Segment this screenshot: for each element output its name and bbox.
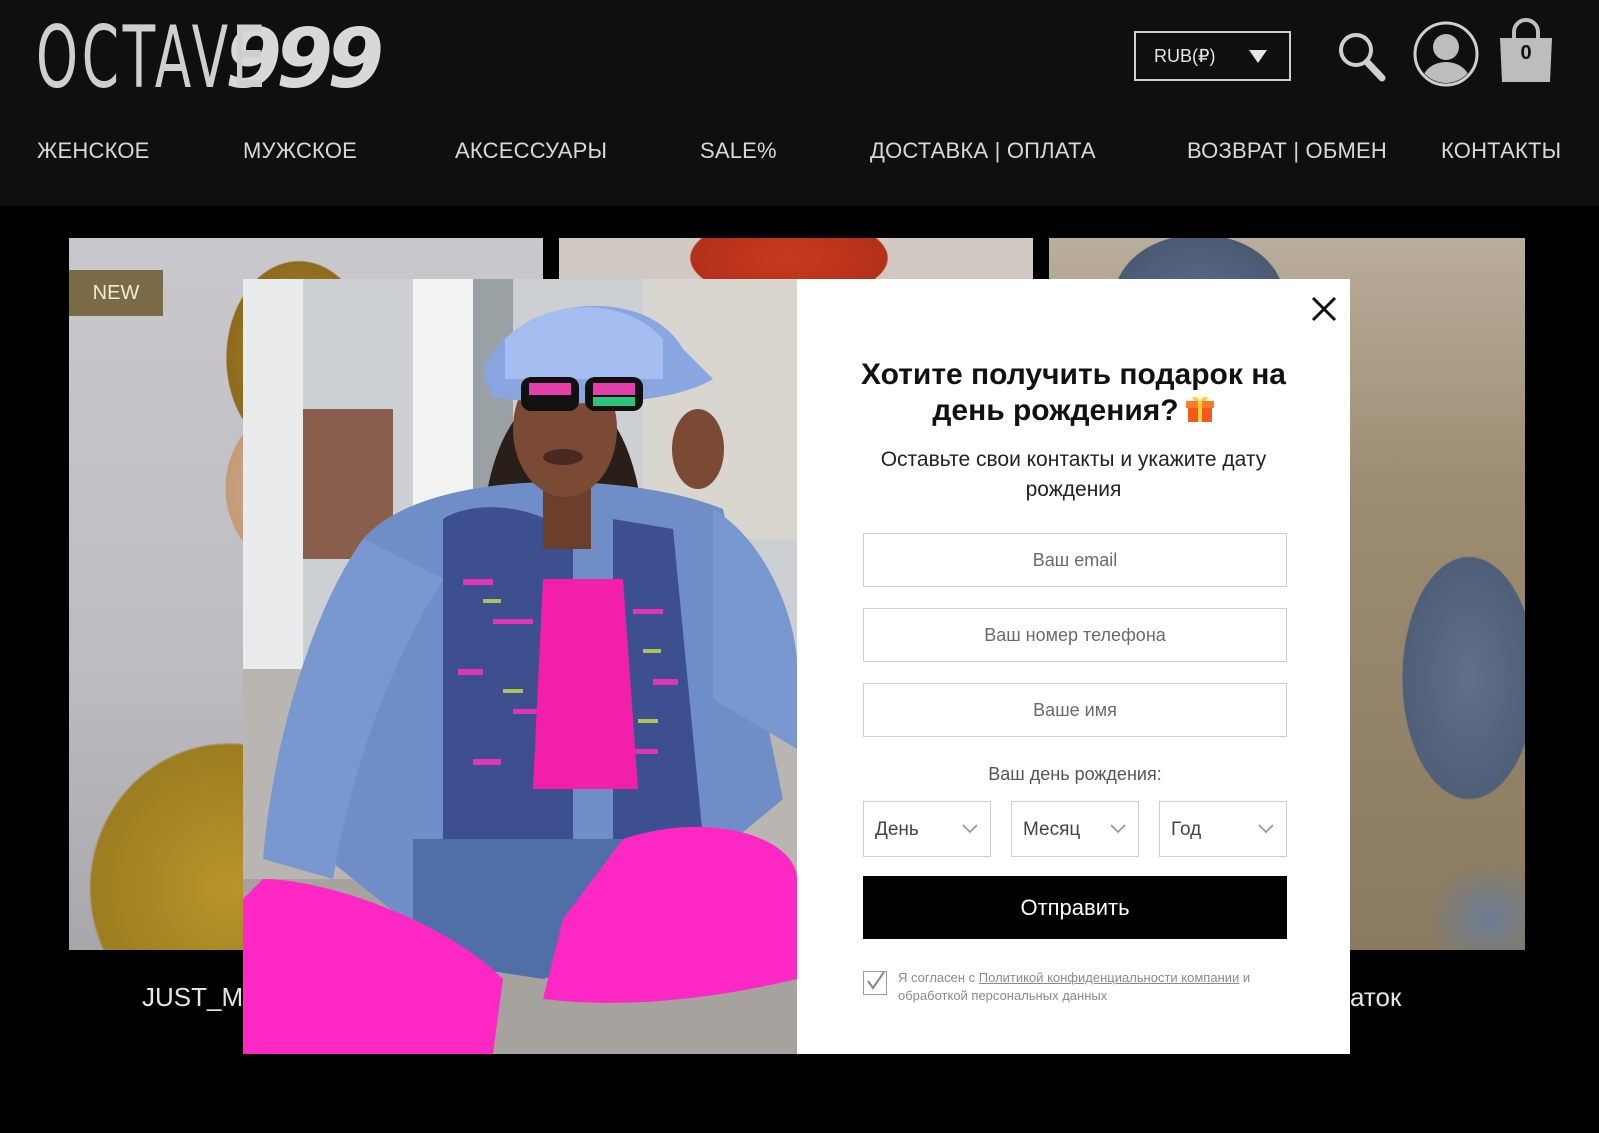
consent-row: Я согласен с Политикой конфиденциальност… <box>863 969 1287 1009</box>
main-nav: ЖЕНСКОЕ МУЖСКОЕ АКСЕССУАРЫ SALE% ДОСТАВК… <box>0 130 1599 174</box>
year-select-value: Год <box>1171 819 1202 840</box>
fashion-model-illustration <box>243 279 797 1054</box>
privacy-policy-link[interactable]: Политикой конфиденциальности компании <box>979 970 1240 985</box>
gift-icon <box>1185 396 1214 422</box>
caret-down-icon <box>1249 50 1267 63</box>
nav-item-men[interactable]: МУЖСКОЕ <box>243 138 357 164</box>
popup-subtitle: Оставьте свои контакты и укажите дату ро… <box>880 448 1267 501</box>
product-title[interactable]: аток <box>1350 982 1401 1013</box>
submit-button[interactable]: Отправить <box>863 876 1287 939</box>
consent-prefix: Я согласен с <box>898 970 979 985</box>
checkmark-icon <box>867 971 885 990</box>
nav-item-returns[interactable]: ВОЗВРАТ | ОБМЕН <box>1187 138 1387 164</box>
day-select[interactable]: День <box>863 801 991 857</box>
popup-title: Хотите получить подарок на день рождения… <box>837 357 1310 429</box>
nav-item-sale[interactable]: SALE% <box>700 138 777 164</box>
email-field[interactable] <box>863 533 1287 587</box>
chevron-down-icon <box>1110 824 1126 834</box>
popup-photo <box>243 279 797 1054</box>
popup-title-line1: Хотите получить подарок на <box>861 358 1286 391</box>
nav-item-women[interactable]: ЖЕНСКОЕ <box>37 138 150 164</box>
nav-item-delivery[interactable]: ДОСТАВКА | ОПЛАТА <box>870 138 1096 164</box>
nav-item-contacts[interactable]: КОНТАКТЫ <box>1441 138 1561 164</box>
nav-item-accessories[interactable]: АКСЕССУАРЫ <box>455 138 607 164</box>
currency-select[interactable]: RUB(₽) <box>1134 31 1291 81</box>
phone-field[interactable] <box>863 608 1287 662</box>
logo-word: OCTAVE <box>36 8 270 108</box>
month-select-value: Месяц <box>1023 819 1081 840</box>
consent-text: Я согласен с Политикой конфиденциальност… <box>898 969 1278 1005</box>
new-badge: NEW <box>69 270 163 316</box>
month-select[interactable]: Месяц <box>1011 801 1139 857</box>
birthday-label: Ваш день рождения: <box>988 764 1162 784</box>
popup-title-line2: день рождения? <box>932 394 1179 427</box>
popup-form: Хотите получить подарок на день рождения… <box>797 279 1350 1054</box>
consent-checkbox[interactable] <box>863 971 887 995</box>
search-icon <box>1339 33 1386 82</box>
chevron-down-icon <box>962 824 978 834</box>
close-button[interactable] <box>1309 294 1339 324</box>
currency-value: RUB(₽) <box>1154 45 1216 66</box>
day-select-value: День <box>875 819 919 840</box>
user-icon <box>1413 21 1479 87</box>
name-field[interactable] <box>863 683 1287 737</box>
product-title[interactable]: JUST_M <box>142 982 243 1013</box>
site-header: OCTAVE 999 RUB(₽) 0 ЖЕНСКОЕ МУЖСКОЕ АКСЕ… <box>0 0 1599 206</box>
close-icon <box>1311 296 1337 322</box>
year-select[interactable]: Год <box>1159 801 1287 857</box>
cart-button[interactable]: 0 <box>1496 18 1556 86</box>
logo[interactable]: OCTAVE 999 <box>36 8 384 110</box>
cart-count: 0 <box>1520 42 1532 64</box>
account-button[interactable] <box>1412 20 1480 88</box>
birthday-popup: Хотите получить подарок на день рождения… <box>243 279 1350 1054</box>
search-button[interactable] <box>1336 28 1388 84</box>
chevron-down-icon <box>1258 824 1274 834</box>
